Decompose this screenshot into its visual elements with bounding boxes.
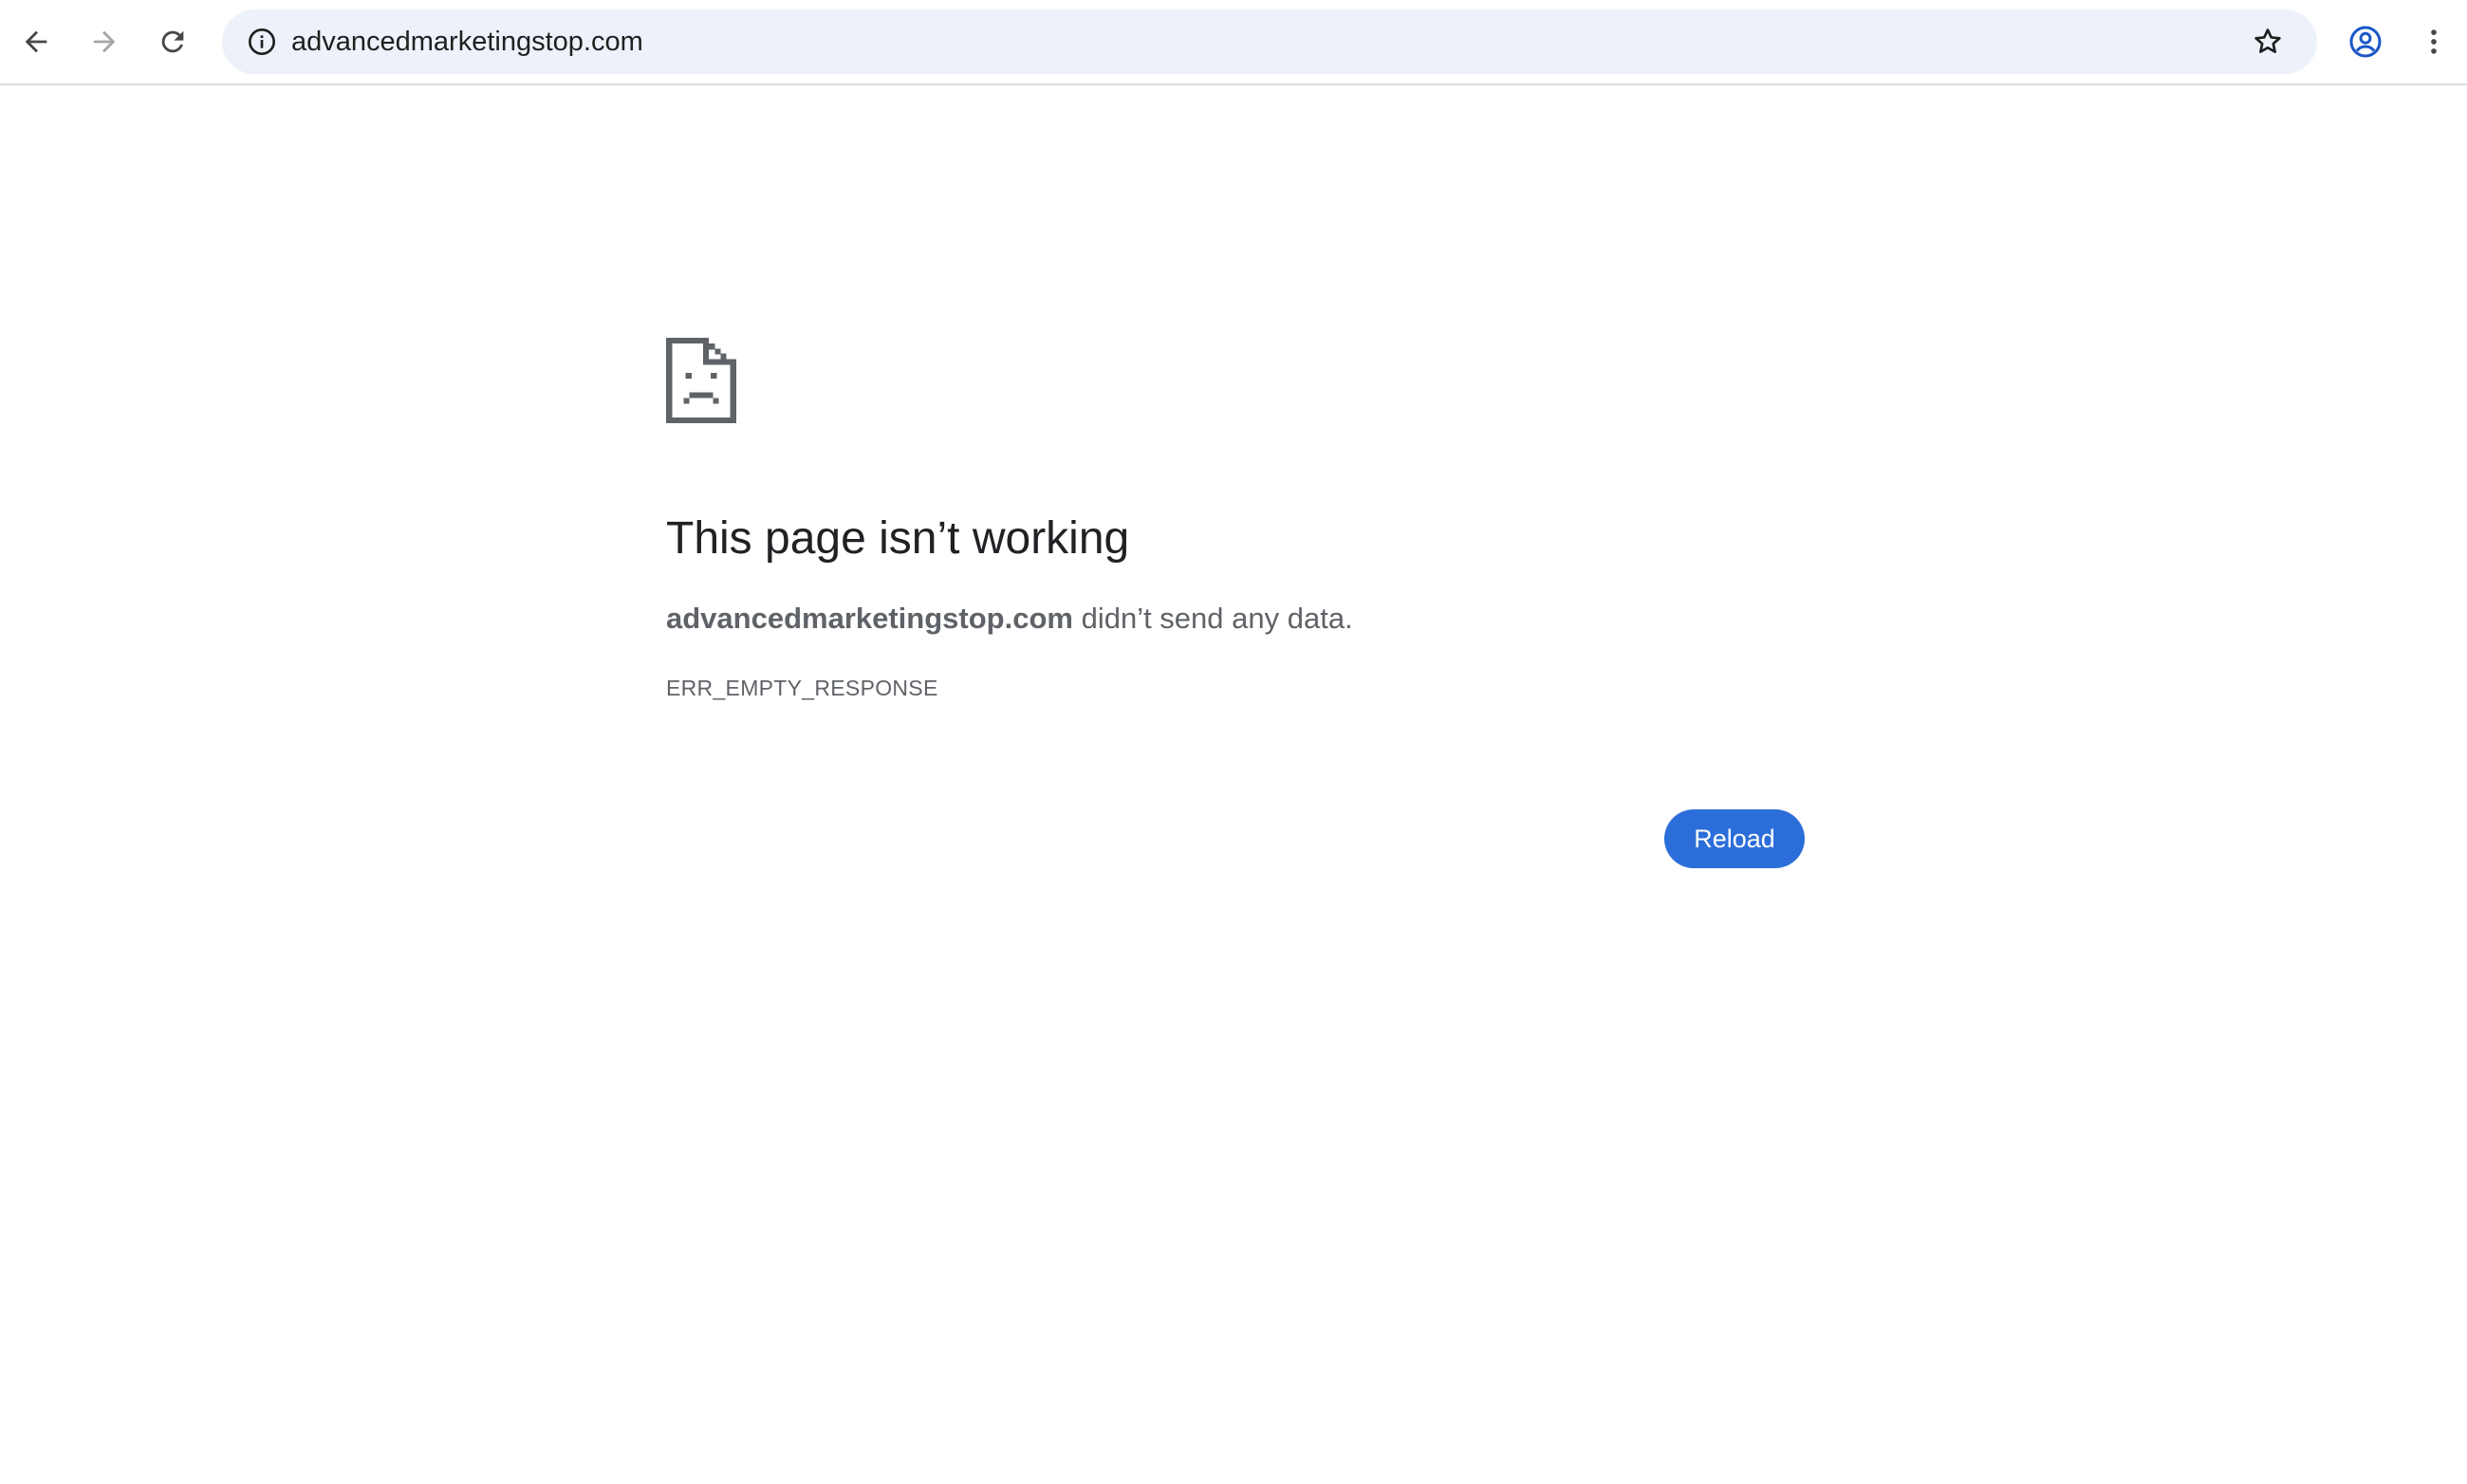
site-info-button[interactable] [239, 19, 285, 65]
more-vertical-icon [2431, 29, 2437, 54]
account-circle-icon [2349, 26, 2382, 58]
error-description: advancedmarketingstop.com didn’t send an… [666, 602, 1353, 636]
forward-button[interactable] [71, 9, 138, 75]
error-code: ERR_EMPTY_RESPONSE [666, 676, 938, 700]
url-text[interactable]: advancedmarketingstop.com [291, 9, 643, 74]
arrow-left-icon [25, 30, 47, 53]
browser-menu-button[interactable] [2401, 9, 2467, 75]
bookmark-button[interactable] [2245, 19, 2291, 65]
arrow-right-icon [93, 30, 116, 53]
browser-toolbar: advancedmarketingstop.com [0, 0, 2467, 85]
profile-button[interactable] [2332, 9, 2399, 75]
info-icon [249, 28, 275, 55]
reload-toolbar-button[interactable] [139, 9, 206, 75]
back-button[interactable] [3, 9, 69, 75]
reload-button[interactable]: Reload [1664, 809, 1805, 868]
error-message: didn’t send any data. [1072, 602, 1353, 635]
error-title: This page isn’t working [666, 513, 1130, 564]
error-host: advancedmarketingstop.com [666, 602, 1073, 635]
reload-icon [161, 30, 184, 53]
sad-page-icon [666, 338, 736, 423]
address-bar[interactable]: advancedmarketingstop.com [222, 9, 2317, 74]
star-icon [2254, 28, 2281, 53]
